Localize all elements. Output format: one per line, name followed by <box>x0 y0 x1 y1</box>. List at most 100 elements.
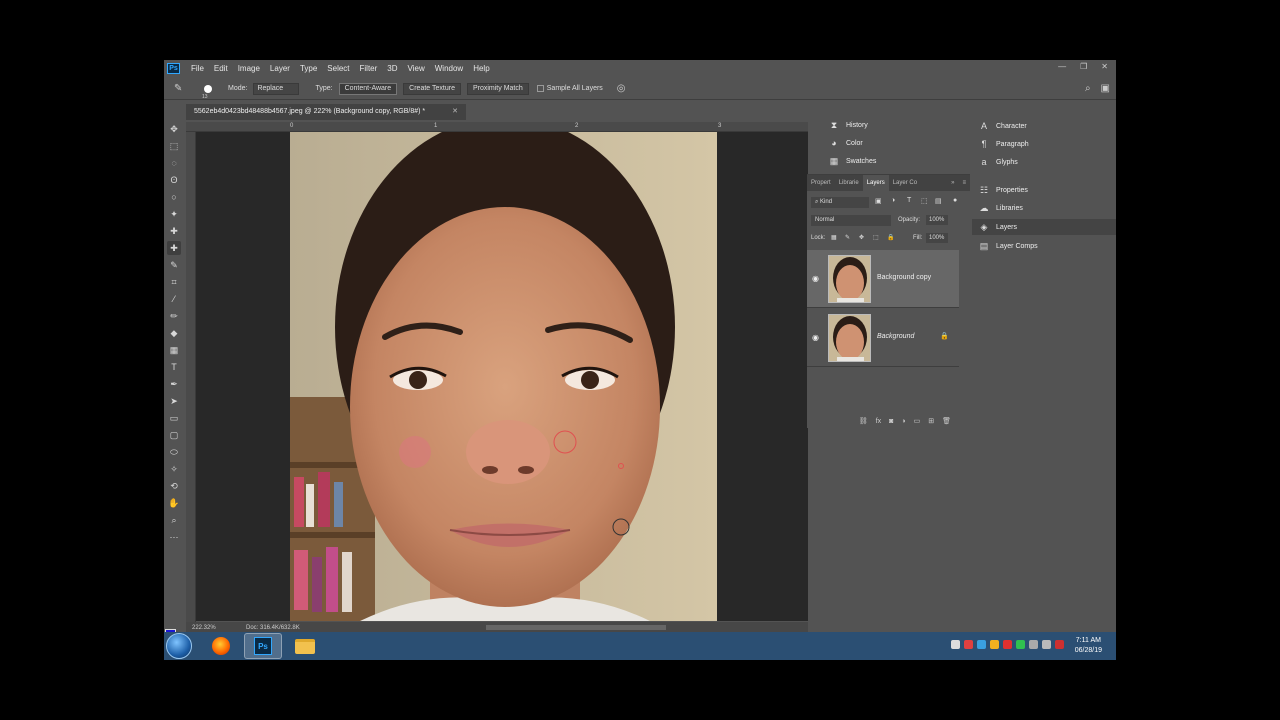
tray-icon[interactable] <box>977 640 986 649</box>
network-icon[interactable] <box>1042 640 1051 649</box>
tray-icon[interactable] <box>964 640 973 649</box>
lock-all-icon[interactable]: 🔒 <box>887 234 894 241</box>
restore-button[interactable]: ❐ <box>1080 62 1087 71</box>
tab-libraries[interactable]: Librarie <box>835 180 863 186</box>
artboard-tool-icon[interactable]: ⬚ <box>167 139 181 153</box>
path-selection-icon[interactable]: ➤ <box>167 394 181 408</box>
start-button[interactable] <box>166 633 192 659</box>
tray-icon[interactable] <box>990 640 999 649</box>
ellipse-tool-icon[interactable]: ⬭ <box>167 445 181 459</box>
workspace-icon[interactable]: ▣ <box>1101 83 1110 94</box>
link-layers-icon[interactable]: ⛓ <box>859 417 868 425</box>
menu-image[interactable]: Image <box>233 64 265 73</box>
menu-filter[interactable]: Filter <box>355 64 383 73</box>
taskbar-clock[interactable]: 7:11 AM 06/28/19 <box>1075 636 1102 656</box>
document-tab[interactable]: 5562eb4d0423bd48488b4567.jpeg @ 222% (Ba… <box>186 104 466 120</box>
adjustment-layer-icon[interactable]: ◑ <box>901 418 905 425</box>
lock-transparent-icon[interactable]: ▦ <box>831 234 837 241</box>
menu-type[interactable]: Type <box>295 64 322 73</box>
menu-edit[interactable]: Edit <box>209 64 233 73</box>
gradient-tool-icon[interactable]: ▦ <box>167 343 181 357</box>
more-tools-icon[interactable]: ⋯ <box>167 530 181 544</box>
filter-pixel-icon[interactable]: ▣ <box>875 197 882 205</box>
search-icon[interactable]: ⌕ <box>1085 83 1091 94</box>
lasso-tool-icon[interactable]: ʘ <box>167 173 181 187</box>
hand-tool-icon[interactable]: ✋ <box>167 496 181 510</box>
blend-mode-select[interactable]: Normal <box>811 215 891 226</box>
mode-select[interactable]: Replace <box>253 82 300 95</box>
pencil-tool-icon[interactable]: ✏ <box>167 309 181 323</box>
menu-window[interactable]: Window <box>430 64 468 73</box>
dock-item-layer-comps[interactable]: ▤ Layer Comps <box>978 238 1038 254</box>
layer-row[interactable]: ◉ Background copy <box>807 250 959 308</box>
eyedropper-icon[interactable]: ⁄ <box>167 292 181 306</box>
dock-item-layers[interactable]: ◈ Layers <box>972 219 1116 235</box>
tab-properties[interactable]: Propert <box>807 180 835 186</box>
brush-preset-picker[interactable]: 13 <box>202 84 212 100</box>
zoom-level[interactable]: 222.32% <box>192 625 240 631</box>
rotate-view-icon[interactable]: ⟲ <box>167 479 181 493</box>
create-texture-button[interactable]: Create Texture <box>403 82 461 95</box>
taskbar-firefox[interactable] <box>202 633 240 659</box>
minimize-button[interactable]: — <box>1058 62 1066 71</box>
pen-tool-icon[interactable]: ✒ <box>167 377 181 391</box>
menu-help[interactable]: Help <box>468 64 494 73</box>
tray-icon[interactable] <box>951 640 960 649</box>
filter-shape-icon[interactable]: ⬚ <box>921 197 928 205</box>
layer-filter-select[interactable]: ⌕ Kind <box>811 197 869 208</box>
opacity-input[interactable]: 100% <box>926 215 948 225</box>
menu-file[interactable]: File <box>186 64 209 73</box>
close-tab-icon[interactable]: ✕ <box>452 104 458 120</box>
custom-shape-icon[interactable]: ✧ <box>167 462 181 476</box>
proximity-match-button[interactable]: Proximity Match <box>466 82 529 95</box>
filter-toggle-icon[interactable]: ● <box>953 197 957 204</box>
menu-3d[interactable]: 3D <box>382 64 402 73</box>
eye-icon[interactable]: ◉ <box>812 333 819 342</box>
dock-item-swatches[interactable]: ▦ Swatches <box>828 153 877 169</box>
tray-icon[interactable] <box>1003 640 1012 649</box>
filter-smart-object-icon[interactable]: ▤ <box>935 197 942 205</box>
dock-item-glyphs[interactable]: a Glyphs <box>978 154 1017 170</box>
horizontal-scrollbar[interactable] <box>486 625 666 630</box>
dock-item-history[interactable]: ⧗ History <box>828 117 868 133</box>
dock-item-character[interactable]: A Character <box>978 118 1027 134</box>
panel-menu-icon[interactable]: ≡ <box>958 180 970 186</box>
quick-selection-icon[interactable]: ○ <box>167 190 181 204</box>
healing-brush-icon[interactable]: ✚ <box>167 224 181 238</box>
layer-name[interactable]: Background <box>877 333 914 340</box>
move-tool-icon[interactable]: ✥ <box>167 122 181 136</box>
menu-view[interactable]: View <box>403 64 430 73</box>
layer-row[interactable]: ◉ Background 🔒 <box>807 309 959 367</box>
new-group-icon[interactable]: ▭ <box>914 417 921 425</box>
eraser-tool-icon[interactable]: ◆ <box>167 326 181 340</box>
tab-layer-comps[interactable]: Layer Co <box>889 180 921 186</box>
type-tool-icon[interactable]: T <box>167 360 181 374</box>
elliptical-marquee-icon[interactable]: ◌ <box>167 156 181 170</box>
add-mask-icon[interactable]: ◙ <box>889 418 893 425</box>
fx-icon[interactable]: fx <box>876 418 881 425</box>
dock-item-paragraph[interactable]: ¶ Paragraph <box>978 136 1029 152</box>
action-center-icon[interactable] <box>1055 640 1064 649</box>
dock-item-properties[interactable]: ☷ Properties <box>978 182 1028 198</box>
delete-layer-icon[interactable]: 🗑 <box>942 417 951 425</box>
lock-icon[interactable]: 🔒 <box>940 332 949 340</box>
zoom-tool-icon[interactable]: ⌕ <box>167 513 181 527</box>
eye-icon[interactable]: ◉ <box>812 274 819 283</box>
dock-item-libraries[interactable]: ☁ Libraries <box>978 200 1023 216</box>
panel-expand-icon[interactable]: » <box>947 180 958 186</box>
dock-item-color[interactable]: ◕ Color <box>828 135 862 151</box>
menu-layer[interactable]: Layer <box>265 64 295 73</box>
filter-adjustment-icon[interactable]: ◑ <box>891 197 895 204</box>
magic-wand-icon[interactable]: ✦ <box>167 207 181 221</box>
sample-all-layers-checkbox[interactable] <box>536 85 544 92</box>
filter-type-icon[interactable]: T <box>907 197 911 204</box>
tab-layers[interactable]: Layers <box>862 175 889 191</box>
spot-healing-brush-icon[interactable]: ✎ <box>174 83 188 94</box>
pressure-icon[interactable]: ◎ <box>617 83 626 94</box>
fill-input[interactable]: 100% <box>926 233 948 243</box>
layer-name[interactable]: Background copy <box>877 274 931 281</box>
spot-healing-tool-icon[interactable]: ✚ <box>167 241 181 255</box>
rectangle-tool-icon[interactable]: ▭ <box>167 411 181 425</box>
crop-tool-icon[interactable]: ⌗ <box>167 275 181 289</box>
lock-pixels-icon[interactable]: ✎ <box>845 234 850 241</box>
